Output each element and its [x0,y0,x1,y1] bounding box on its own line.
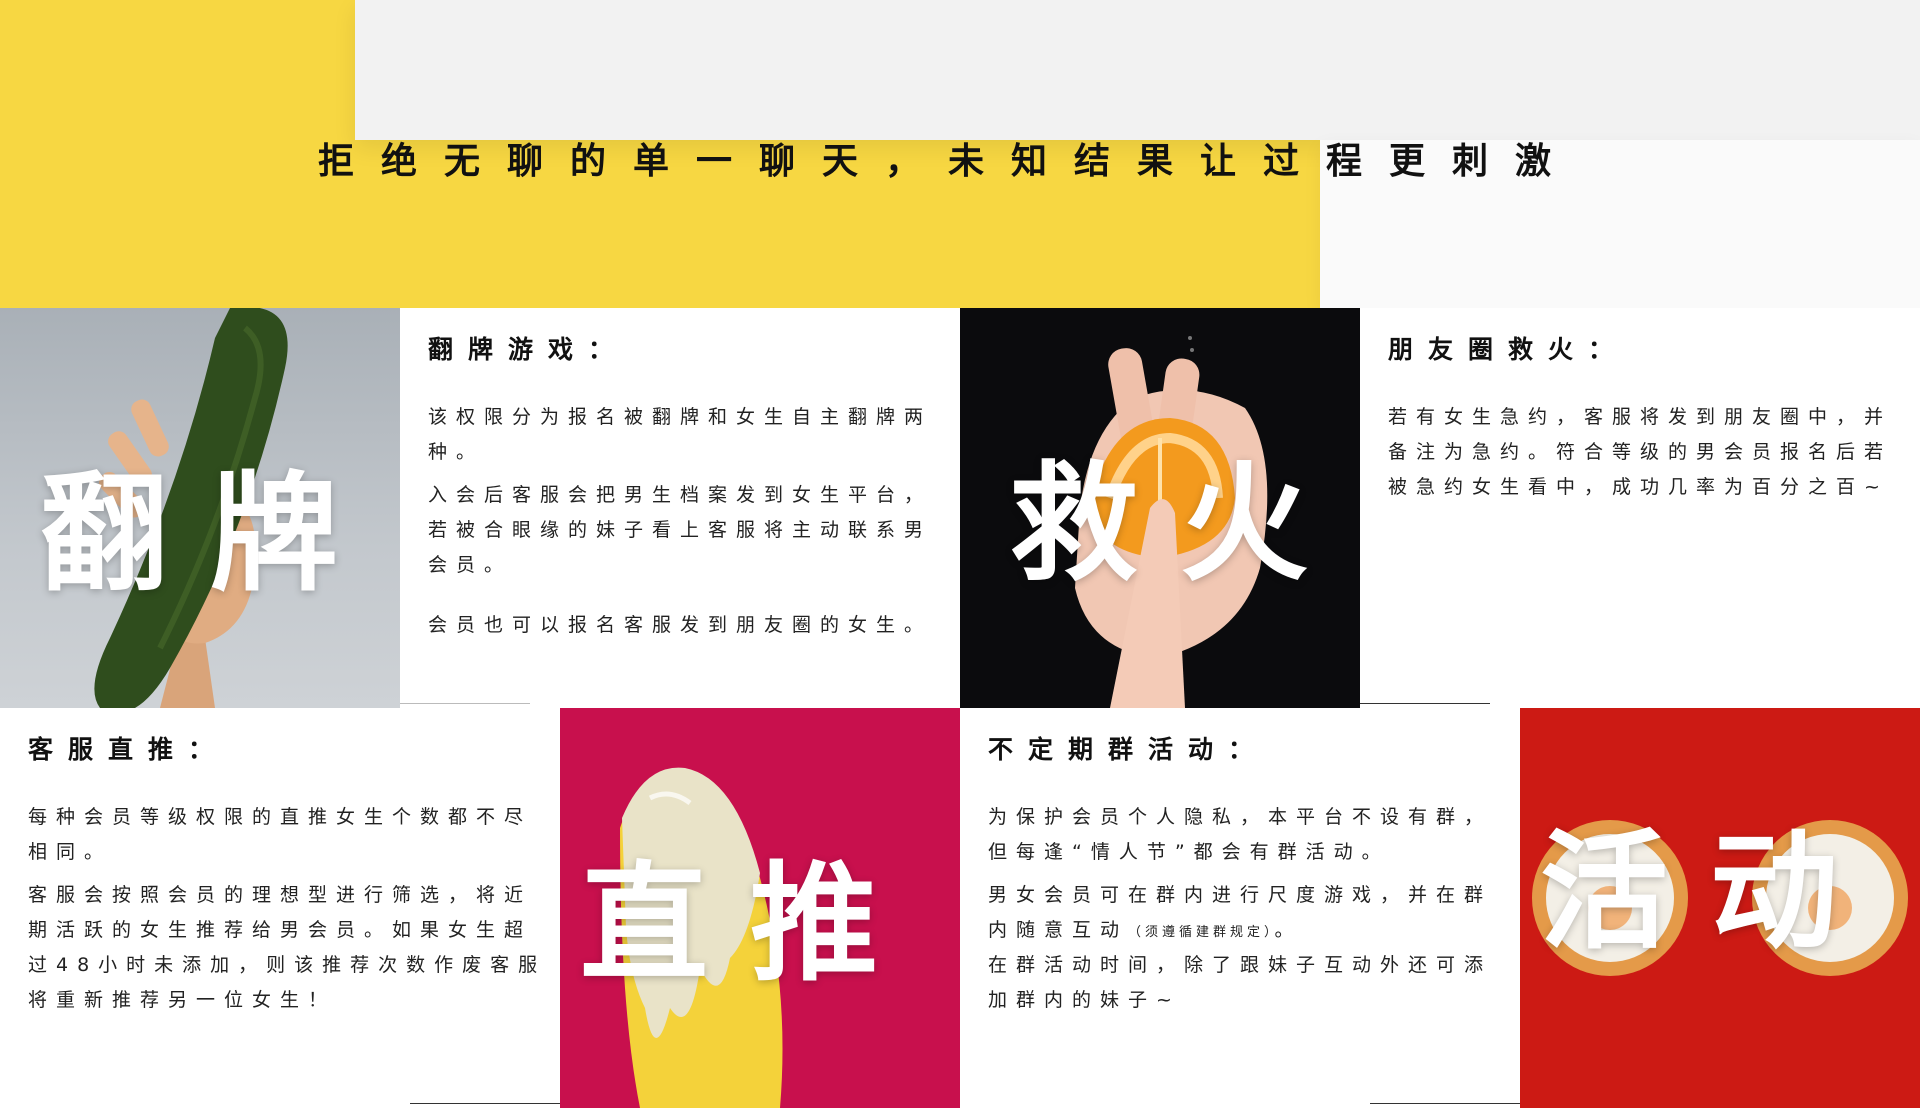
zhitui-title: 客服直推： [28,735,229,764]
fanpai-title: 翻牌游戏： [428,335,629,364]
jiuhuo-title: 朋友圈救火： [1388,335,1629,364]
huodong-paragraph-3: 在群活动时间，除了跟妹子互动外还可添加群内的妹子~ [988,954,1493,1011]
huodong-text-panel: 不定期群活动： 为保护会员个人隐私，本平台不设有群，但每逢“情人节”都会有群活动… [960,708,1520,1108]
huodong-underline [1370,1103,1520,1104]
fanpai-big-label: 翻牌 [40,459,381,609]
jiuhuo-big-label: 救火 [1010,449,1351,599]
zhitui-underline [410,1103,560,1104]
zhitui-paragraph-1: 每种会员等级权限的直推女生个数都不尽相同。 [28,806,533,863]
fanpai-underline [400,703,530,704]
page-headline: 拒绝无聊的单一聊天，未知结果让过程更刺激 [318,140,1579,182]
fanpai-text-panel: 翻牌游戏： 该权限分为报名被翻牌和女生自主翻牌两种。 入会后客服会把男生档案发到… [400,308,960,708]
zhitui-paragraph-2: 客服会按照会员的理想型进行筛选，将近期活跃的女生推荐给男会员。如果女生超过48小… [28,884,547,1011]
jiuhuo-image-tile: 救火 [960,308,1360,708]
fanpai-paragraph-3: 会员也可以报名客服发到朋友圈的女生。 [428,614,933,636]
jiuhuo-paragraph-1: 若有女生急约，客服将发到朋友圈中，并备注为急约。符合等级的男会员报名后若被急约女… [1388,406,1893,498]
jiuhuo-underline [1360,703,1490,704]
fanpai-image-tile: 翻牌 [0,308,400,708]
huodong-paragraph-2-note: （须遵循建群规定） [1128,925,1275,940]
zhitui-big-label: 直推 [580,849,921,999]
header-gray-block [355,0,1920,140]
huodong-paragraph-2-end: 。 [1274,919,1303,941]
huodong-paragraph-2: 男女会员可在群内进行尺度游戏，并在群内随意互动（须遵循建群规定）。 [988,878,1508,950]
huodong-image-tile: 活动 [1520,708,1920,1108]
huodong-paragraph-1: 为保护会员个人隐私，本平台不设有群，但每逢“情人节”都会有群活动。 [988,806,1493,863]
zhitui-text-panel: 客服直推： 每种会员等级权限的直推女生个数都不尽相同。 客服会按照会员的理想型进… [0,708,560,1108]
huodong-title: 不定期群活动： [988,735,1269,764]
zhitui-image-tile: 直推 [560,708,960,1108]
fanpai-paragraph-1: 该权限分为报名被翻牌和女生自主翻牌两种。 [428,406,933,463]
huodong-big-label: 活动 [1540,817,1881,967]
jiuhuo-text-panel: 朋友圈救火： 若有女生急约，客服将发到朋友圈中，并备注为急约。符合等级的男会员报… [1360,308,1920,708]
fanpai-paragraph-2: 入会后客服会把男生档案发到女生平台，若被合眼缘的妹子看上客服将主动联系男会员。 [428,484,933,576]
